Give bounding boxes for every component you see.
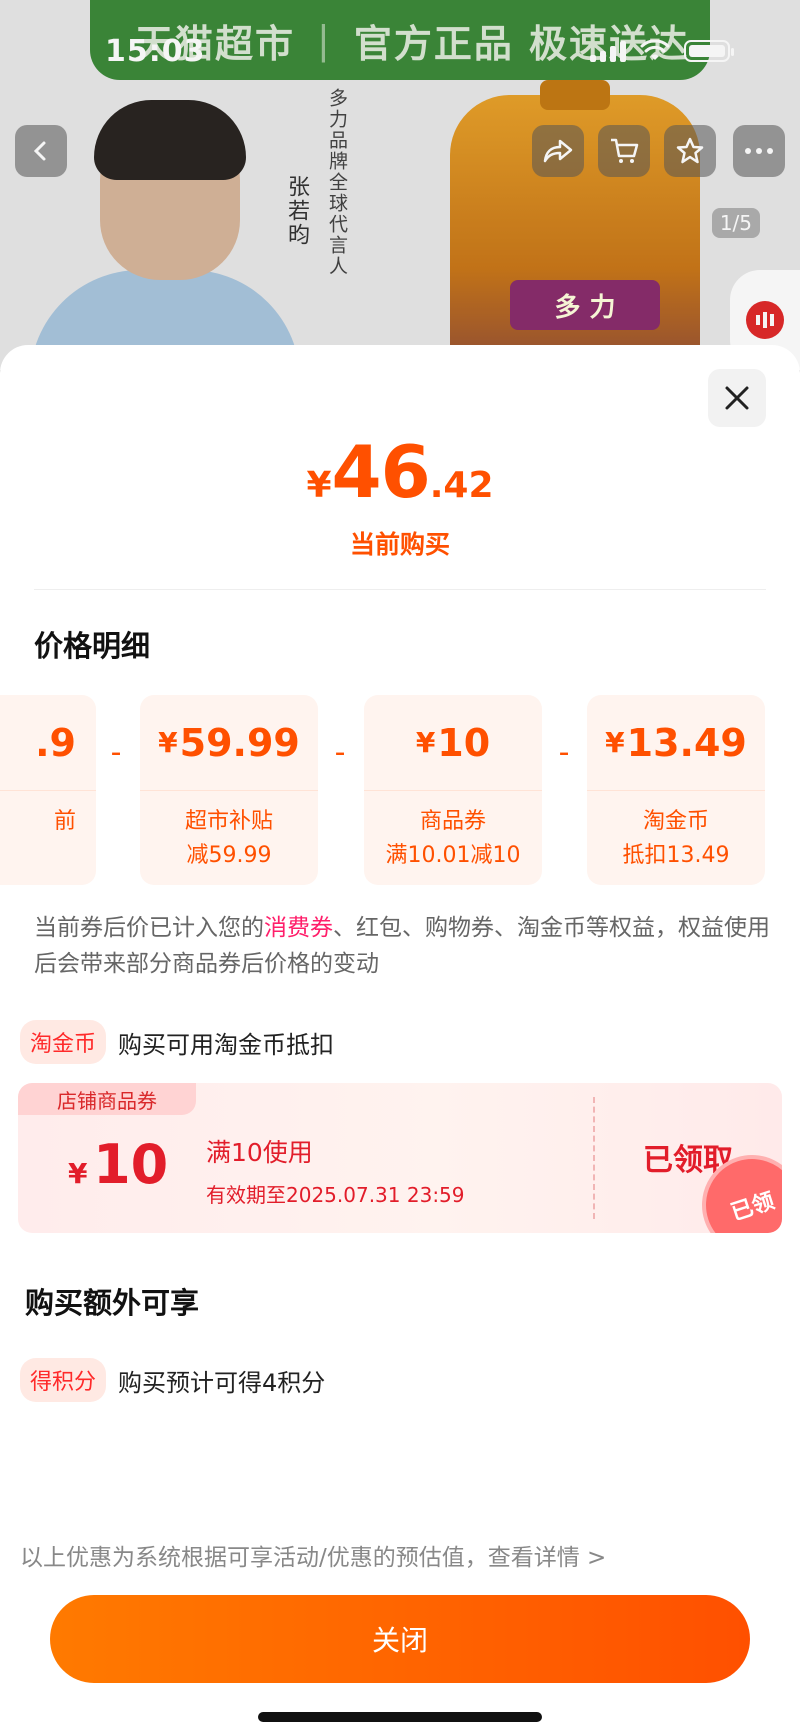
breakdown-card-coins: ¥13.49 淘金币 抵扣13.49 [587,695,765,885]
details-link[interactable]: 以上优惠为系统根据可享活动/优惠的预估值，查看详情 > [20,1538,606,1572]
minus-sign: - [558,735,570,770]
breakdown-card-coupon: ¥10 商品券 满10.01减10 [364,695,542,885]
breakdown-label: 淘金币 [642,809,709,834]
home-indicator [258,1712,542,1722]
current-price: ¥46.42 [0,430,800,514]
breakdown-value: .9 [0,695,96,791]
coupon-divider [593,1097,595,1219]
coin-benefit-row: 淘金币 购买可用淘金币抵扣 [20,1020,334,1064]
coin-benefit-text: 购买可用淘金币抵扣 [118,1030,335,1059]
price-caption: 当前购买 [349,530,450,559]
breakdown-label: 超市补贴 [184,809,273,834]
breakdown-sublabel: 抵扣13.49 [622,843,730,868]
breakdown-card-subsidy: ¥59.99 超市补贴 减59.99 [140,695,318,885]
breakdown-value: ¥59.99 [140,695,318,791]
breakdown-sublabel: 满10.01减10 [385,843,521,868]
minus-sign: - [110,735,122,770]
store-coupon-card[interactable]: 店铺商品券 ¥ 10 满10使用 有效期至2025.07.31 23:59 已领… [18,1083,782,1233]
consumer-coupon-link[interactable]: 消费券 [264,915,333,941]
breakdown-sublabel: 减59.99 [186,843,272,868]
price-decimal: .42 [429,465,494,506]
price-integer: 46 [331,430,431,514]
breakdown-label: 商品券 [419,809,486,834]
price-note: 当前券后价已计入您的消费券、红包、购物券、淘金币等权益，权益使用后会带来部分商品… [34,915,770,977]
price-breakdown-row: .9 前 - ¥59.99 超市补贴 减59.99 - ¥10 商品券 满10.… [0,695,800,885]
breakdown-value: ¥13.49 [587,695,765,791]
price-detail-sheet: ¥46.42 当前购买 价格明细 .9 前 - ¥59.99 超市补贴 减59.… [0,345,800,1733]
coin-tag: 淘金币 [20,1020,107,1064]
price-breakdown-title: 价格明细 [34,629,151,663]
coupon-amount: ¥ 10 [68,1133,169,1196]
coupon-type-tag: 店铺商品券 [18,1083,196,1115]
product-background: 天猫超市 | 官方正品 极速送达 15:03 多力品牌全球代言人 张若昀 多 力… [0,0,800,370]
coupon-validity: 有效期至2025.07.31 23:59 [206,1183,465,1207]
points-benefit-row: 得积分 购买预计可得4积分 [20,1358,325,1402]
coupon-condition: 满10使用 [206,1138,313,1167]
extra-benefits-title: 购买额外可享 [25,1286,200,1320]
breakdown-value: ¥10 [364,695,542,791]
breakdown-label: 前 [53,809,76,834]
close-sheet-button[interactable] [708,369,766,427]
close-button[interactable]: 关闭 [50,1595,750,1683]
close-icon [725,386,749,410]
price-currency: ¥ [306,465,332,506]
divider [34,589,766,590]
breakdown-card-original: .9 前 [0,695,96,885]
minus-sign: - [334,735,346,770]
points-benefit-text: 购买预计可得4积分 [118,1368,326,1397]
points-tag: 得积分 [20,1358,107,1402]
